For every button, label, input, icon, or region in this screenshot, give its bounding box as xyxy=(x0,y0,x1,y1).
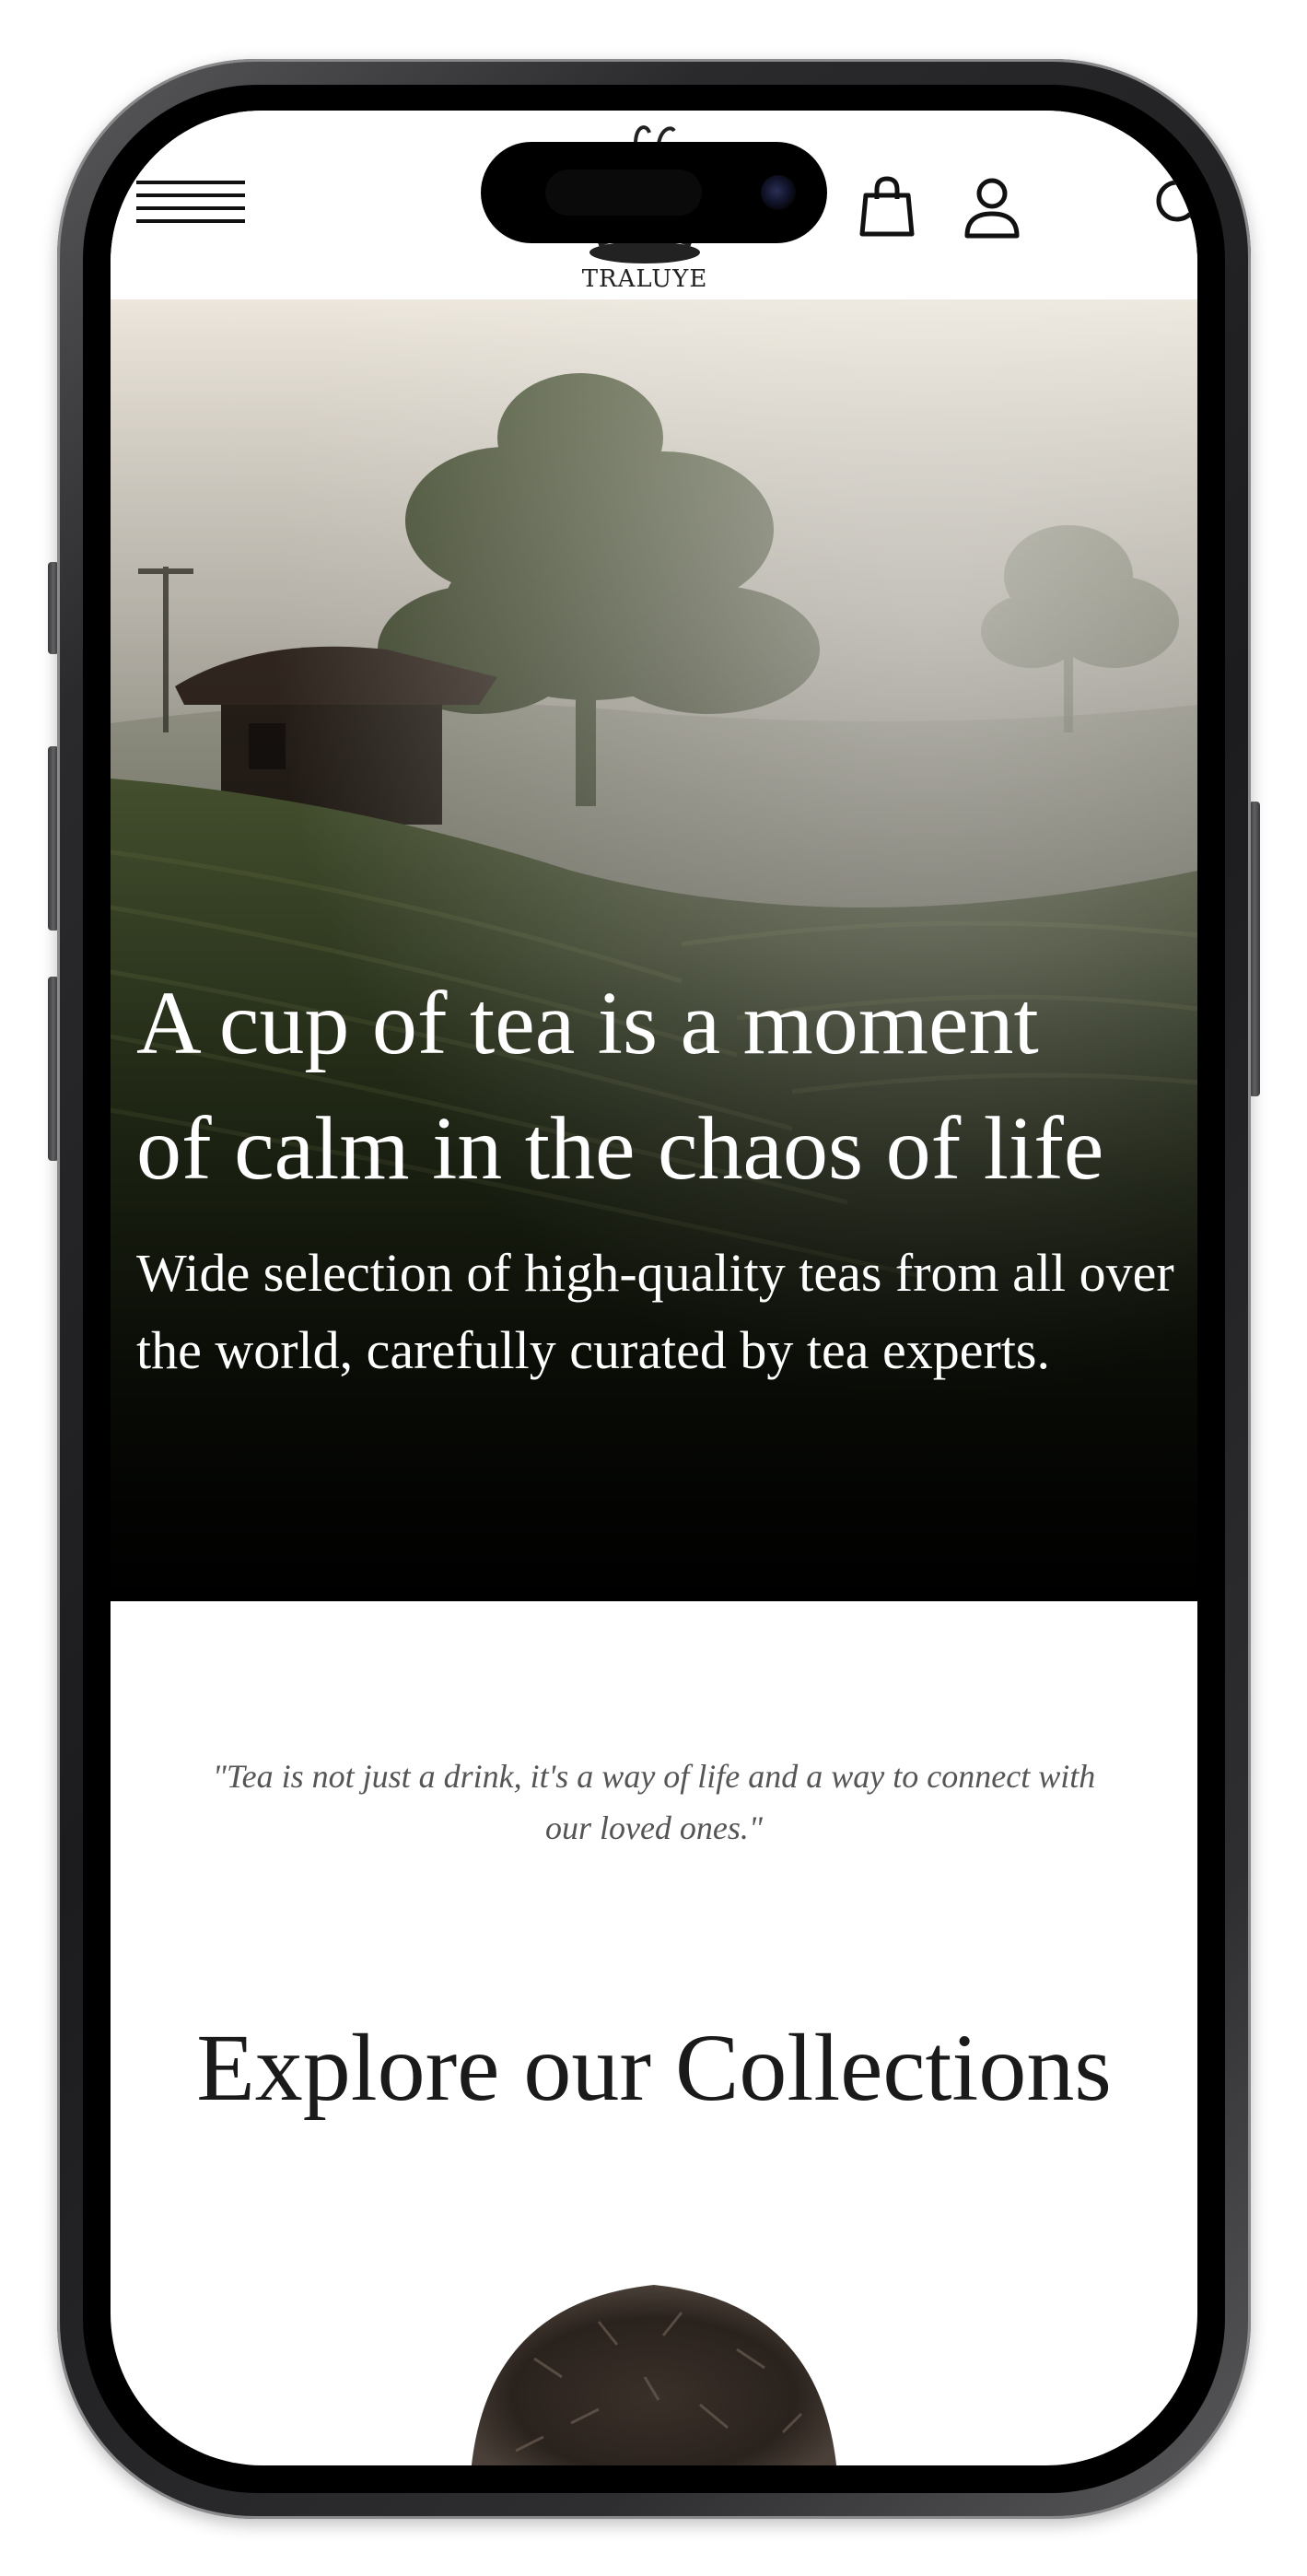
brand-logo-text: TRALUYE xyxy=(581,265,708,293)
front-camera-icon xyxy=(761,175,796,210)
hero-background-image xyxy=(111,299,1197,1601)
dynamic-island xyxy=(481,142,827,243)
hamburger-menu-icon[interactable] xyxy=(136,177,245,232)
search-icon[interactable] xyxy=(1149,175,1197,240)
user-icon[interactable] xyxy=(962,175,1022,240)
hero-headline: A cup of tea is a moment of calm in the … xyxy=(136,974,1104,1199)
shopping-bag-icon[interactable] xyxy=(857,175,917,240)
loose-leaf-tea-image[interactable] xyxy=(461,2248,847,2465)
hero-banner: A cup of tea is a moment of calm in the … xyxy=(111,299,1197,1601)
face-sensor xyxy=(545,170,702,216)
phone-screen: TRALUYE A cup of tea is a moment of calm… xyxy=(111,111,1197,2465)
hero-subtext: Wide selection of high-quality teas from… xyxy=(136,1243,1174,1380)
tea-quote: "Tea is not just a drink, it's a way of … xyxy=(212,1758,1096,1846)
stage: TRALUYE A cup of tea is a moment of calm… xyxy=(0,0,1307,2576)
collections-title: Explore our Collections xyxy=(196,2015,1112,2121)
